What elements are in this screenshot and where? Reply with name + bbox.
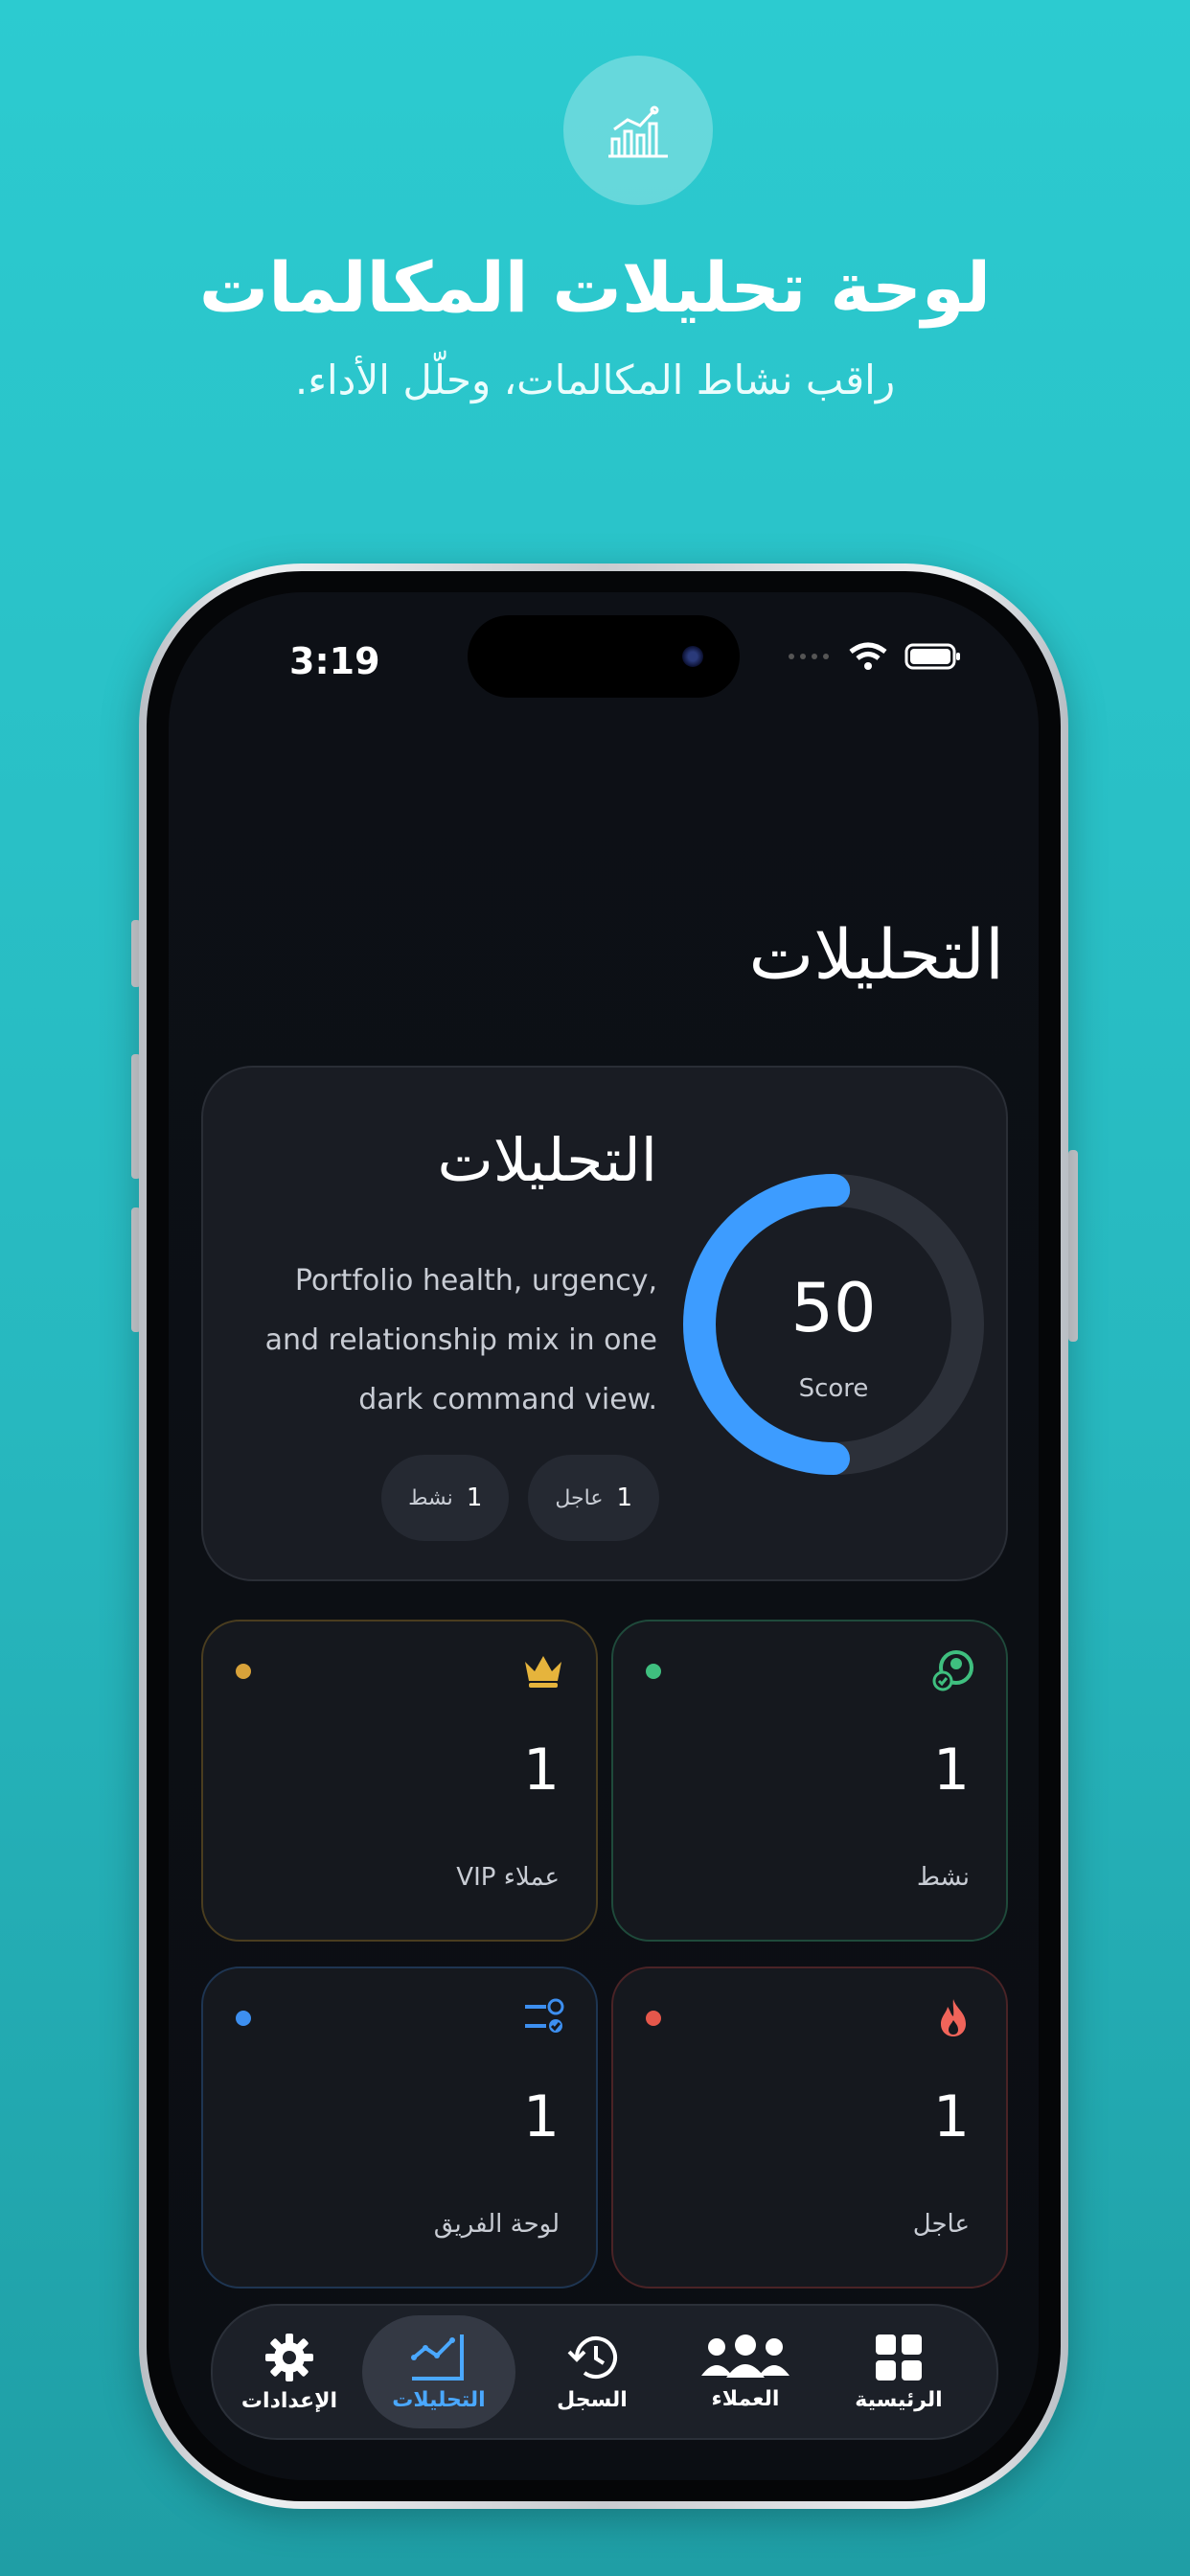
chip-active[interactable]: 1 نشط [381,1455,510,1541]
stat-label: لوحة الفريق [433,2210,560,2239]
stat-value: 1 [932,2083,970,2150]
stat-card-team[interactable]: 1 لوحة الفريق [201,1966,598,2288]
stat-label: عملاء VIP [456,1863,560,1892]
score-value: 50 [790,1269,877,1347]
chip-label: عاجل [555,1485,604,1510]
stat-card-urgent[interactable]: 1 عاجل [611,1966,1008,2288]
people-icon [701,2334,790,2378]
analytics-badge-icon [563,56,713,205]
grid-icon [876,2334,922,2380]
tab-label: الإعدادات [240,2388,338,2413]
tab-clients[interactable]: العملاء [669,2315,822,2428]
dynamic-island [468,615,740,698]
stat-card-active[interactable]: 1 نشط [611,1620,1008,1942]
gear-icon [265,2333,313,2381]
stat-card-vip[interactable]: 1 عملاء VIP [201,1620,598,1942]
active-user-icon [932,1650,973,1691]
hero-title: التحليلات [437,1125,657,1195]
status-time: 3:19 [289,640,380,682]
status-dot [236,1664,251,1679]
flame-icon [941,1999,966,2036]
status-dot [236,2011,251,2026]
battery-icon [904,643,960,670]
history-icon [567,2335,617,2379]
tab-bar: الرئيسية العملاء السجل التحليلات الإعداد… [211,2304,998,2440]
analytics-hero-card: التحليلات Portfolio health, urgency, and… [201,1066,1008,1581]
chip-label: نشط [408,1485,453,1510]
tab-history[interactable]: السجل [515,2315,669,2428]
status-dot [646,2011,661,2026]
tab-label: العملاء [711,2386,780,2411]
tab-label: السجل [557,2387,628,2412]
tab-settings[interactable]: الإعدادات [213,2315,366,2428]
page-title: التحليلات [748,914,1004,995]
stat-label: عاجل [912,2210,970,2239]
wifi-icon [849,642,887,670]
tab-analytics[interactable]: التحليلات [362,2315,515,2428]
stat-value: 1 [522,2083,560,2150]
analytics-icon [411,2334,464,2380]
stat-value: 1 [522,1736,560,1804]
phone-power-button [1068,1150,1078,1342]
tab-home[interactable]: الرئيسية [822,2315,975,2428]
phone-screen: 3:19 التحليلات التحليلات Portfolio healt… [169,592,1039,2480]
tab-label: الرئيسية [855,2387,943,2412]
promo-headline: لوحة تحليلات المكالمات [198,247,992,328]
score-label: Score [798,1374,869,1403]
promo-subline: راقب نشاط المكالمات، وحلّل الأداء. [294,356,896,403]
crown-icon [525,1656,561,1688]
stat-value: 1 [932,1736,970,1804]
chip-urgent[interactable]: 1 عاجل [528,1455,659,1541]
status-icons [788,642,962,671]
status-dot [646,1664,661,1679]
hero-chips: 1 نشط 1 عاجل [381,1455,659,1541]
tab-label: التحليلات [392,2387,486,2412]
chip-value: 1 [466,1484,483,1512]
stat-label: نشط [916,1863,970,1892]
chip-value: 1 [616,1484,632,1512]
checklist-icon [525,1998,564,2033]
hero-description: Portfolio health, urgency, and relations… [264,1264,657,1416]
signal-icon [789,654,829,659]
